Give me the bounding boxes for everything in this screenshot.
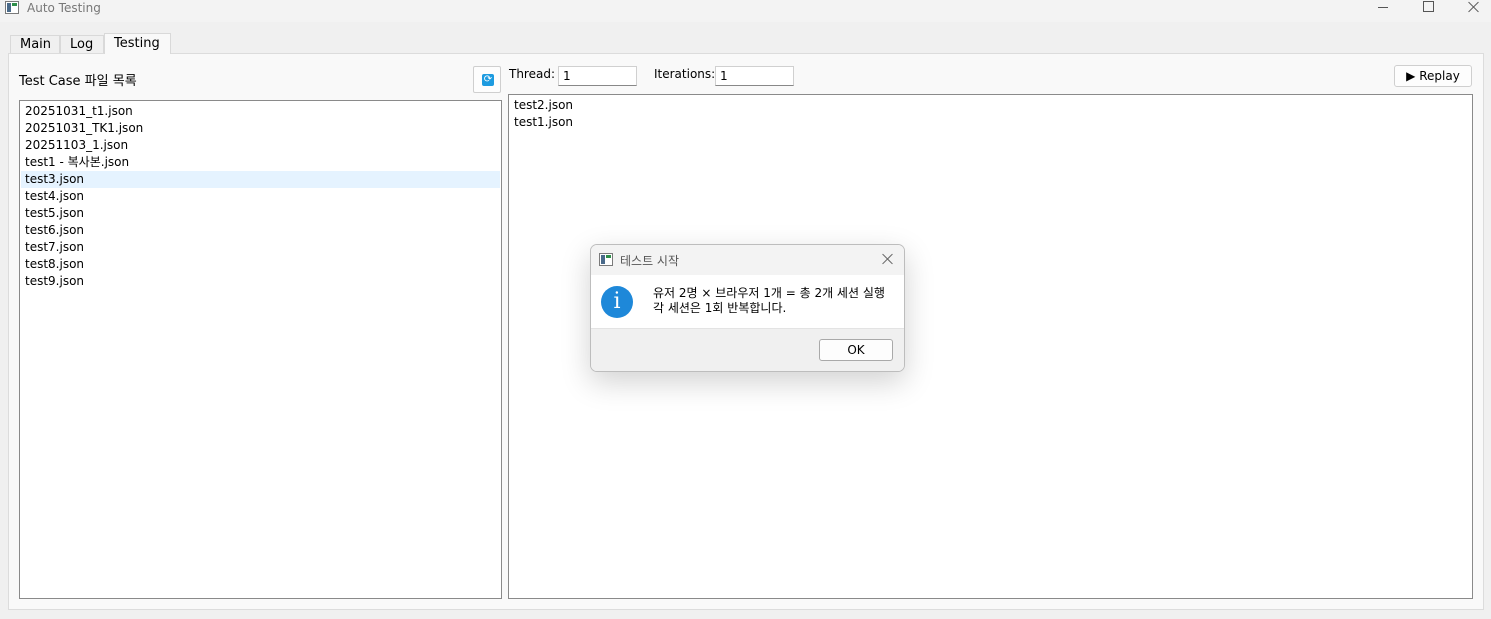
dialog-message: 유저 2명 × 브라우저 1개 = 총 2개 세션 실행 각 세션은 1회 반복… [653,286,885,316]
info-icon: i [601,286,633,318]
list-item[interactable]: test9.json [21,273,500,290]
dialog-body: i 유저 2명 × 브라우저 1개 = 총 2개 세션 실행 각 세션은 1회 … [591,275,904,329]
list-item[interactable]: test4.json [21,188,500,205]
list-item[interactable]: 20251031_t1.json [21,103,500,120]
dialog-title-bar: 테스트 시작 [591,245,904,275]
file-list-title: Test Case 파일 목록 [19,74,137,89]
thread-label: Thread: [509,67,556,81]
dialog-title: 테스트 시작 [620,254,680,268]
list-item[interactable]: test5.json [21,205,500,222]
list-item[interactable]: test1 - 복사본.json [21,154,500,171]
refresh-button[interactable]: ⟳ [473,66,501,93]
replay-button[interactable]: ▶ Replay [1394,65,1472,87]
list-item[interactable]: test6.json [21,222,500,239]
app-icon [5,1,19,14]
list-item-selected[interactable]: test3.json [21,171,500,188]
test-start-dialog: 테스트 시작 i 유저 2명 × 브라우저 1개 = 총 2개 세션 실행 각 … [590,244,905,372]
refresh-icon: ⟳ [482,74,494,86]
tab-testing[interactable]: Testing [104,33,171,54]
tab-log[interactable]: Log [60,35,104,54]
close-icon[interactable] [881,252,895,266]
iterations-input[interactable]: 1 [715,66,794,86]
ok-button[interactable]: OK [819,339,893,361]
minimize-icon[interactable] [1360,0,1406,16]
title-bar: Auto Testing [0,0,1491,22]
list-item[interactable]: test7.json [21,239,500,256]
list-item[interactable]: 20251103_1.json [21,137,500,154]
maximize-icon[interactable] [1405,0,1451,16]
iterations-label: Iterations: [654,67,716,81]
list-item[interactable]: test2.json [510,97,1471,114]
list-item[interactable]: test1.json [510,114,1471,131]
list-item[interactable]: 20251031_TK1.json [21,120,500,137]
close-icon[interactable] [1450,0,1491,16]
app-icon [599,253,613,266]
test-case-file-list[interactable]: 20251031_t1.json 20251031_TK1.json 20251… [19,100,502,599]
thread-input[interactable]: 1 [558,66,637,86]
tab-main[interactable]: Main [10,35,60,54]
dialog-message-line2: 각 세션은 1회 반복합니다. [653,301,787,315]
dialog-message-line1: 유저 2명 × 브라우저 1개 = 총 2개 세션 실행 [653,286,885,300]
dialog-footer: OK [591,328,904,371]
window-title: Auto Testing [27,1,101,15]
list-item[interactable]: test8.json [21,256,500,273]
